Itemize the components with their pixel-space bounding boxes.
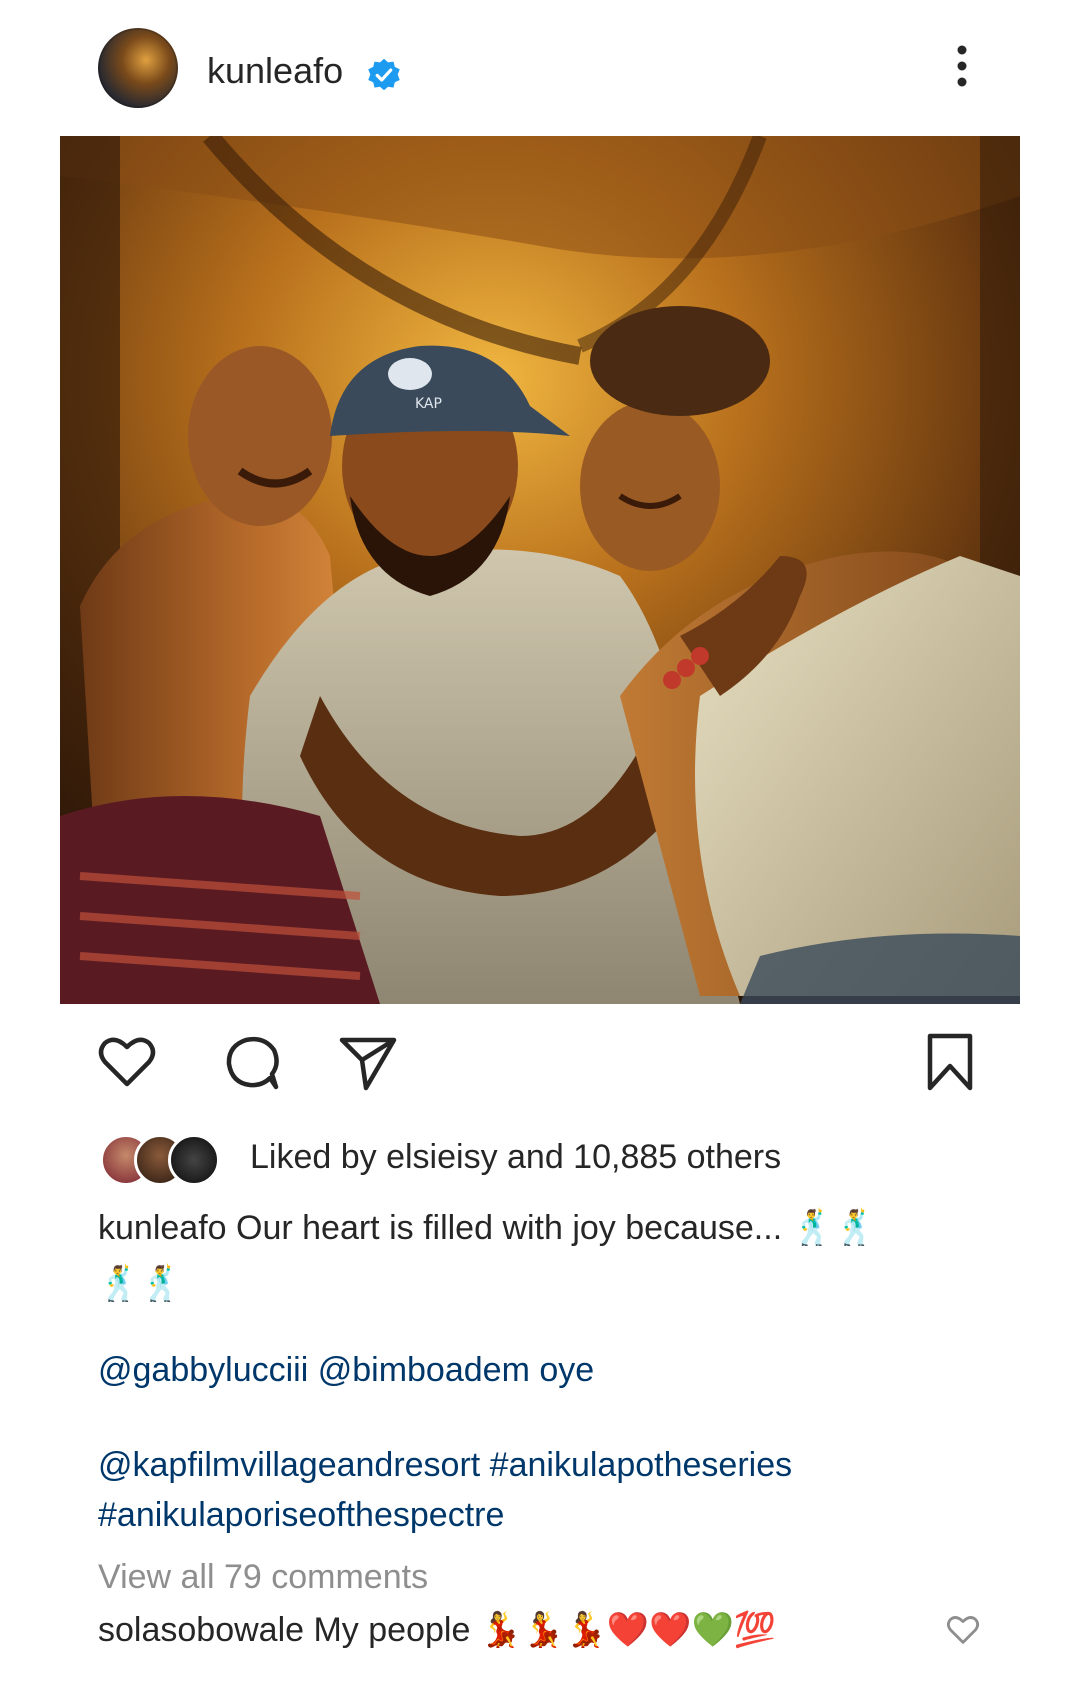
liker-avatar bbox=[168, 1134, 220, 1186]
more-options-icon[interactable] bbox=[950, 42, 974, 90]
caption-mentions[interactable]: @gabbylucciii @bimboadem oye bbox=[98, 1345, 998, 1395]
comment-like-heart-icon[interactable] bbox=[945, 1612, 981, 1648]
comment-text: My people bbox=[313, 1611, 471, 1649]
caption-text: Our heart is filled with joy because... bbox=[236, 1209, 783, 1247]
comment-bubble-icon[interactable] bbox=[220, 1030, 284, 1094]
post-header: kunleafo bbox=[0, 0, 1080, 140]
post-actions bbox=[0, 1030, 1080, 1100]
paper-plane-icon[interactable] bbox=[336, 1030, 400, 1094]
post-caption: kunleafo Our heart is filled with joy be… bbox=[98, 1200, 978, 1312]
likes-row[interactable]: Liked by elsieisy and 10,885 others bbox=[100, 1130, 1000, 1186]
comment-preview: solasobowale My people 💃💃💃❤️❤️💚💯 bbox=[98, 1610, 776, 1650]
caption-tags-line-1[interactable]: @kapfilmvillageandresort #anikulapothese… bbox=[98, 1440, 998, 1490]
caption-username[interactable]: kunleafo bbox=[98, 1209, 227, 1247]
cap-logo-text: KAP bbox=[415, 396, 442, 412]
heart-icon[interactable] bbox=[95, 1030, 159, 1094]
caption-tags-line-2[interactable]: #anikulaporiseofthespectre bbox=[98, 1490, 998, 1540]
post-username[interactable]: kunleafo bbox=[207, 50, 343, 92]
comment-emojis: 💃💃💃❤️❤️💚💯 bbox=[479, 1610, 777, 1650]
view-all-comments-link[interactable]: View all 79 comments bbox=[98, 1558, 428, 1597]
caption-emojis: 🕺🕺 bbox=[791, 1208, 877, 1248]
profile-avatar[interactable] bbox=[98, 28, 178, 108]
post-photo[interactable]: KAP bbox=[60, 136, 1020, 1004]
bookmark-icon[interactable] bbox=[918, 1030, 982, 1094]
caption-emojis-second-line: 🕺🕺 bbox=[98, 1264, 183, 1304]
likes-count-text[interactable]: Liked by elsieisy and 10,885 others bbox=[250, 1138, 781, 1177]
comment-username[interactable]: solasobowale bbox=[98, 1611, 304, 1649]
verified-badge-icon bbox=[368, 58, 400, 91]
